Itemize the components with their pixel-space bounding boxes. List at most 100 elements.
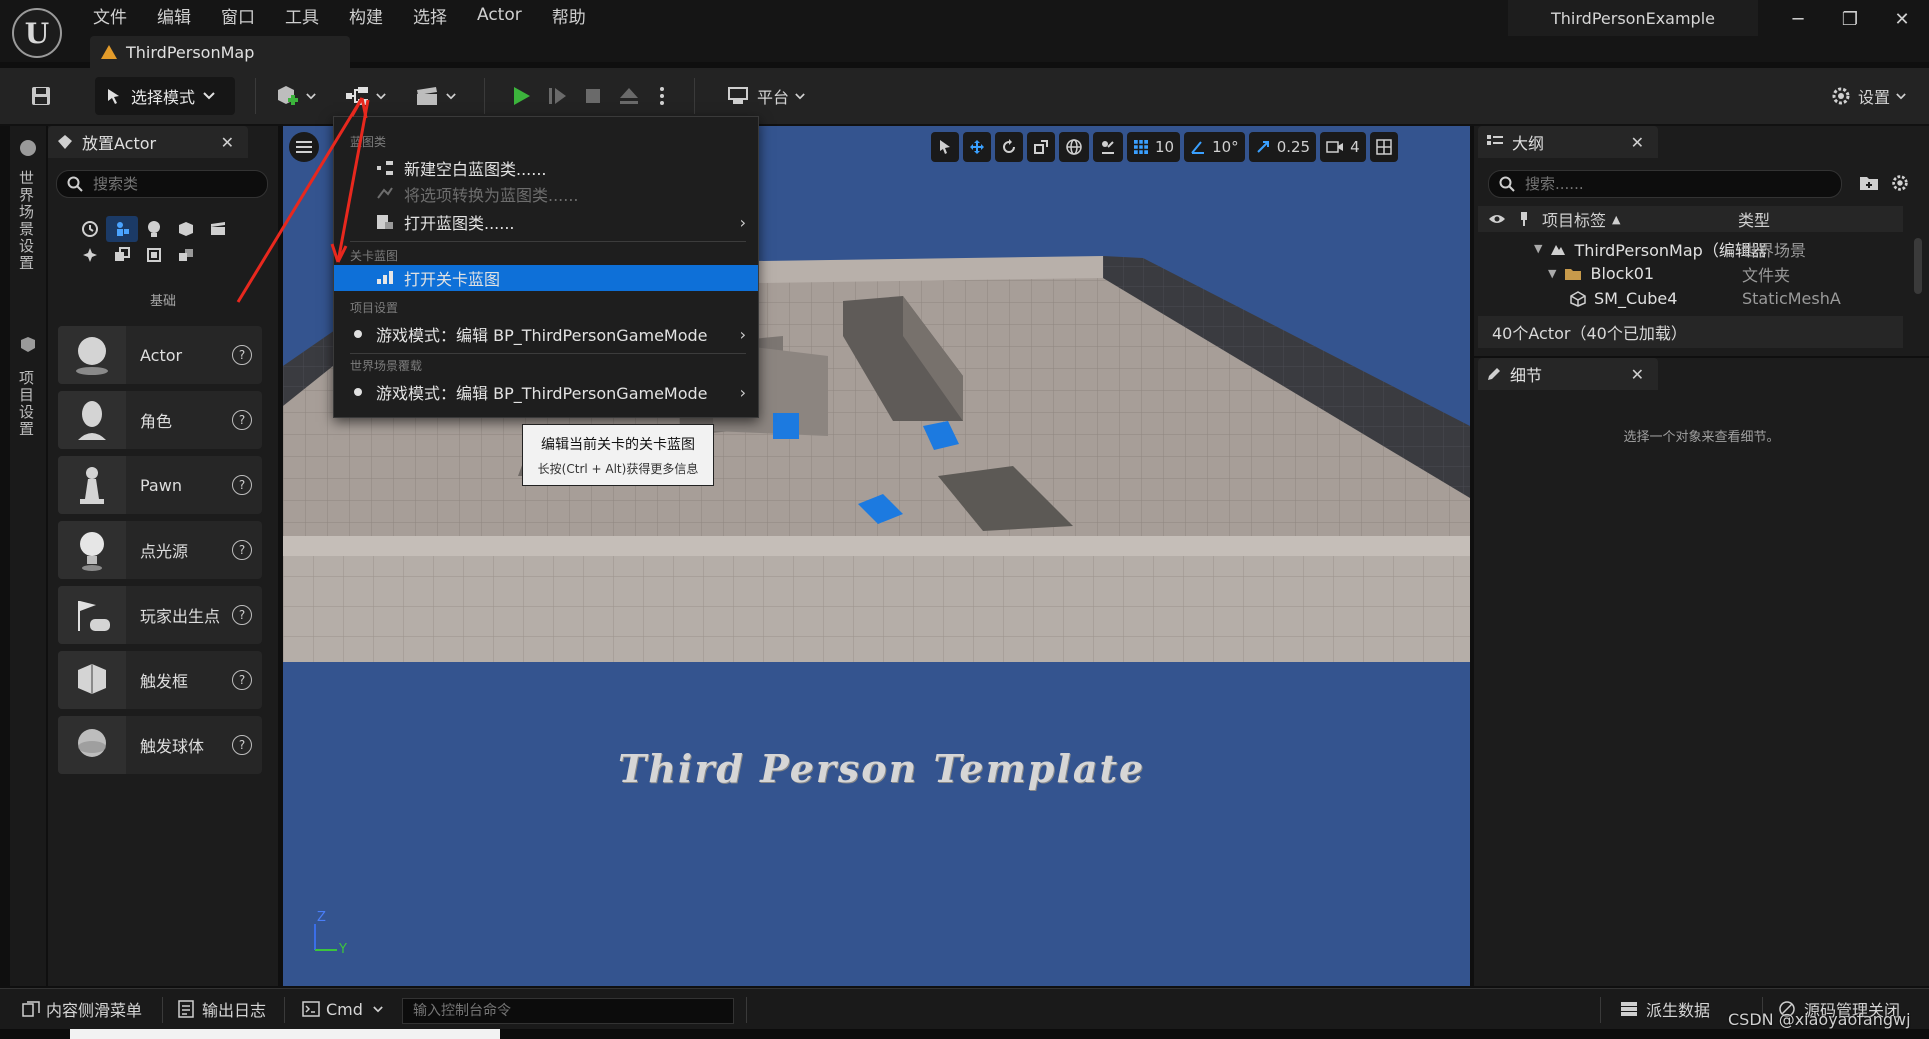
minimize-button[interactable]: ─ (1780, 6, 1816, 32)
all-classes-category-icon[interactable] (170, 242, 202, 268)
help-icon[interactable]: ? (232, 410, 252, 430)
place-actors-icon (56, 133, 74, 151)
eye-icon[interactable] (1488, 213, 1506, 225)
add-content-button[interactable] (270, 77, 320, 115)
help-icon[interactable]: ? (232, 475, 252, 495)
volumes-category-icon[interactable] (138, 242, 170, 268)
settings-dropdown[interactable]: 设置 (1820, 77, 1916, 115)
viewport-layout-button[interactable] (1369, 132, 1398, 162)
lights-category-icon[interactable] (138, 216, 170, 242)
menu-select[interactable]: 选择 (413, 3, 447, 28)
step-button[interactable] (542, 77, 572, 115)
menu-file[interactable]: 文件 (93, 3, 127, 28)
select-tool-button[interactable] (931, 132, 959, 162)
search-icon (67, 176, 83, 192)
basic-category-icon[interactable] (106, 216, 138, 242)
surface-snap-button[interactable] (1093, 132, 1123, 162)
shapes-category-icon[interactable] (170, 216, 202, 242)
place-actors-search[interactable] (56, 170, 268, 198)
play-button[interactable] (506, 77, 536, 115)
convert-to-blueprint-item[interactable]: 将选项转换为蓝图类...... (334, 181, 758, 207)
new-empty-blueprint-label: 新建空白蓝图类...... (404, 160, 547, 179)
scale-snap-button[interactable]: 0.25 (1248, 132, 1317, 162)
cinematic-category-icon[interactable] (202, 216, 234, 242)
actor-item-trigger-sphere[interactable]: 触发球体 ? (58, 716, 262, 774)
close-icon[interactable]: ✕ (1631, 133, 1644, 152)
menu-edit[interactable]: 编辑 (157, 3, 191, 28)
stop-button[interactable] (578, 77, 608, 115)
menu-window[interactable]: 窗口 (221, 3, 255, 28)
actor-item-actor[interactable]: Actor ? (58, 326, 262, 384)
output-log-button[interactable]: 输出日志 (178, 989, 266, 1029)
visual-effects-category-icon[interactable] (74, 242, 106, 268)
help-icon[interactable]: ? (232, 605, 252, 625)
rotate-tool-button[interactable] (995, 132, 1023, 162)
project-settings-tab[interactable]: 项目设置 (16, 370, 37, 438)
close-window-button[interactable]: ✕ (1884, 6, 1920, 32)
project-game-mode-item[interactable]: 游戏模式：编辑 BP_ThirdPersonGameMode › (334, 321, 758, 347)
cinematics-button[interactable] (410, 77, 460, 115)
column-item-label[interactable]: 项目标签 (1542, 207, 1606, 231)
actor-item-point-light[interactable]: 点光源 ? (58, 521, 262, 579)
eject-button[interactable] (614, 77, 644, 115)
cmd-dropdown[interactable]: Cmd (302, 989, 383, 1029)
add-folder-icon[interactable] (1859, 174, 1879, 192)
translate-tool-button[interactable] (963, 132, 991, 162)
help-icon[interactable]: ? (232, 540, 252, 560)
menu-build[interactable]: 构建 (349, 3, 383, 28)
help-icon[interactable]: ? (232, 735, 252, 755)
menu-tools[interactable]: 工具 (285, 3, 319, 28)
tree-row-folder[interactable]: ▼ Block01 文件夹 (1478, 261, 1903, 286)
new-empty-blueprint-item[interactable]: 新建空白蓝图类...... (334, 155, 758, 181)
tree-row-map[interactable]: ▼ ThirdPersonMap（编辑器 世界场景 (1478, 236, 1903, 261)
details-tab[interactable]: 细节 ✕ (1478, 358, 1658, 390)
save-icon[interactable] (26, 77, 56, 115)
outliner-search-input[interactable] (1523, 174, 1827, 194)
world-icon (18, 138, 38, 158)
console-command-field[interactable] (402, 998, 734, 1024)
blueprints-button[interactable] (340, 77, 390, 115)
world-game-mode-item[interactable]: 游戏模式：编辑 BP_ThirdPersonGameMode › (334, 379, 758, 405)
close-icon[interactable]: ✕ (1631, 365, 1644, 384)
help-icon[interactable]: ? (232, 670, 252, 690)
viewport-options-button[interactable] (289, 132, 319, 162)
expand-arrow-icon[interactable]: ▼ (1548, 267, 1556, 280)
place-actors-search-input[interactable] (91, 174, 255, 194)
derived-data-button[interactable]: 派生数据 (1620, 989, 1710, 1029)
outliner-scrollbar[interactable] (1914, 238, 1922, 294)
outliner-search[interactable] (1488, 170, 1842, 198)
world-settings-tab[interactable]: 世界场景设置 (16, 170, 37, 272)
expand-arrow-icon[interactable]: ▼ (1534, 242, 1542, 255)
open-blueprint-class-item[interactable]: 打开蓝图类...... › (334, 209, 758, 235)
grid-snap-button[interactable]: 10 (1127, 132, 1181, 162)
actor-item-trigger-box[interactable]: 触发框 ? (58, 651, 262, 709)
camera-speed-button[interactable]: 4 (1320, 132, 1366, 162)
platforms-dropdown[interactable]: 平台 (716, 77, 816, 115)
content-drawer-button[interactable]: 内容侧滑菜单 (22, 989, 142, 1029)
geometry-category-icon[interactable] (106, 242, 138, 268)
unreal-logo-icon[interactable]: U (12, 8, 62, 58)
actor-item-pawn[interactable]: Pawn ? (58, 456, 262, 514)
actor-item-player-start[interactable]: 玩家出生点 ? (58, 586, 262, 644)
help-icon[interactable]: ? (232, 345, 252, 365)
recent-icon[interactable] (74, 216, 106, 242)
open-level-blueprint-item[interactable]: 打开关卡蓝图 (334, 265, 758, 291)
column-type[interactable]: 类型 (1738, 207, 1770, 231)
close-icon[interactable]: ✕ (221, 133, 234, 152)
restore-button[interactable]: ❐ (1832, 6, 1868, 32)
console-command-input[interactable] (411, 1002, 715, 1020)
play-options-button[interactable] (652, 77, 672, 115)
tree-row-mesh[interactable]: SM_Cube4 StaticMeshA (1478, 286, 1903, 311)
select-mode-dropdown[interactable]: 选择模式 (95, 77, 235, 115)
pin-icon[interactable] (1518, 211, 1530, 227)
menu-actor[interactable]: Actor (477, 5, 522, 25)
gear-icon[interactable] (1890, 173, 1910, 193)
menu-help[interactable]: 帮助 (552, 3, 586, 28)
actor-item-character[interactable]: 角色 ? (58, 391, 262, 449)
place-actors-tab[interactable]: 放置Actor ✕ (48, 126, 248, 158)
coordinate-system-button[interactable] (1059, 132, 1089, 162)
map-document-tab[interactable]: ThirdPersonMap (90, 36, 350, 68)
rotation-snap-button[interactable]: 10° (1184, 132, 1245, 162)
scale-tool-button[interactable] (1027, 132, 1055, 162)
outliner-tab[interactable]: 大纲 ✕ (1478, 126, 1658, 158)
